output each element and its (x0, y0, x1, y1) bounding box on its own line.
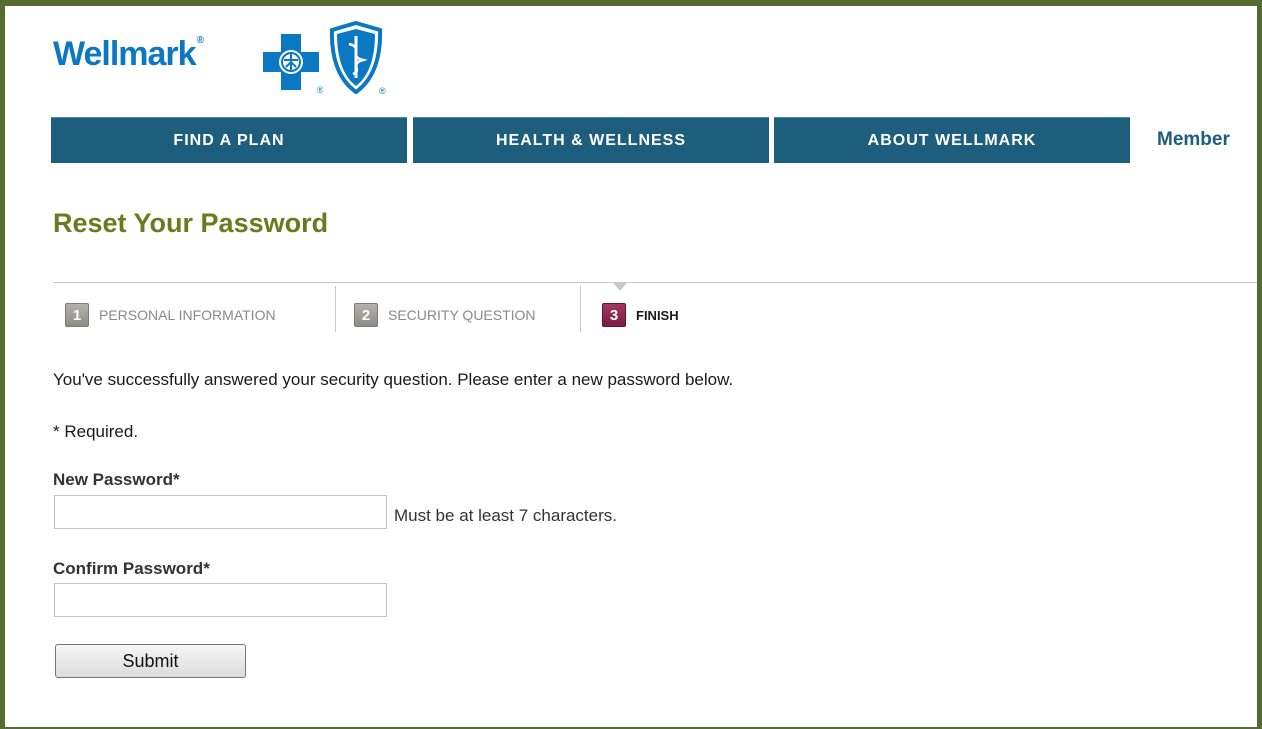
new-password-field[interactable] (54, 495, 387, 529)
svg-text:®: ® (317, 85, 323, 94)
confirm-password-label: Confirm Password* (53, 559, 210, 578)
intro-message: You've successfully answered your securi… (53, 370, 734, 389)
nav-tab-find-a-plan[interactable]: FIND A PLAN (51, 117, 407, 163)
nav-tab-health-wellness[interactable]: HEALTH & WELLNESS (413, 117, 769, 163)
new-password-label: New Password* (53, 470, 180, 489)
main-nav: FIND A PLAN HEALTH & WELLNESS ABOUT WELL… (51, 117, 1257, 163)
required-note: * Required. (53, 422, 139, 441)
step-label: FINISH (636, 307, 679, 323)
blue-cross-icon: ® (263, 34, 323, 94)
nav-member-link[interactable]: Member (1151, 117, 1257, 163)
svg-text:®: ® (379, 86, 386, 96)
page-frame: Wellmark® ® ® FIND A PLAN HEALTH & WELLN… (0, 0, 1262, 729)
new-password-hint: Must be at least 7 characters. (394, 506, 617, 525)
active-step-pointer (613, 283, 627, 291)
step-separator (335, 286, 336, 332)
step-number-badge: 2 (354, 303, 378, 327)
step-separator (580, 286, 581, 332)
blue-shield-icon: ® (329, 20, 386, 96)
submit-button[interactable]: Submit (55, 644, 246, 678)
step-label: SECURITY QUESTION (388, 307, 536, 323)
step-security-question: 2 SECURITY QUESTION (354, 302, 536, 328)
step-label: PERSONAL INFORMATION (99, 307, 276, 323)
page-title: Reset Your Password (53, 208, 329, 238)
logo-wordmark: Wellmark® (53, 35, 204, 73)
step-number-badge: 3 (602, 303, 626, 327)
step-personal-information: 1 PERSONAL INFORMATION (65, 302, 276, 328)
step-finish: 3 FINISH (602, 302, 679, 328)
step-number-badge: 1 (65, 303, 89, 327)
nav-tab-about-wellmark[interactable]: ABOUT WELLMARK (774, 117, 1130, 163)
confirm-password-field[interactable] (54, 583, 387, 617)
steps-divider (53, 282, 1257, 283)
